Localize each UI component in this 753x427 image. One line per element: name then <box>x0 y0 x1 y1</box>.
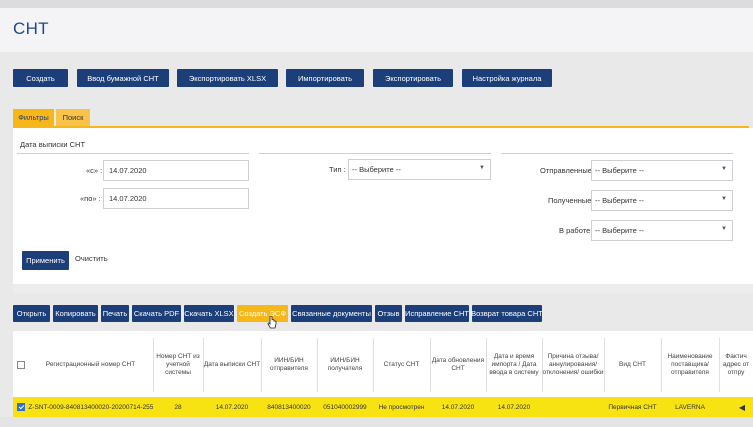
hand-cursor-icon <box>267 316 277 329</box>
inwork-select[interactable]: -- Выберите -- ▼ <box>591 220 733 241</box>
table-cell: 840813400020 <box>267 403 311 411</box>
create-esf-button[interactable]: Создать ЭСФ <box>237 305 288 322</box>
page-header <box>0 8 753 52</box>
table-cell: KZ-SNT-0009-840813400020-20200714-255.. <box>28 403 153 411</box>
table-cell <box>719 397 735 417</box>
create-button[interactable]: Создать <box>13 69 68 87</box>
column-header[interactable]: Фактич адрес от отпру <box>719 338 753 392</box>
type-label: Тип : <box>329 165 346 174</box>
received-select-value: -- Выберите -- <box>595 196 644 205</box>
download-xlsx-button[interactable]: Скачать XLSX <box>184 305 234 322</box>
column-header[interactable]: ИИН/БИН отправителя <box>261 338 317 392</box>
column-header[interactable]: ИИН/БИН получателя <box>317 338 373 392</box>
received-select[interactable]: -- Выберите -- ▼ <box>591 190 733 211</box>
column-header[interactable]: Дата обновления СНТ <box>430 338 486 392</box>
export-button[interactable]: Экспортировать <box>373 69 453 87</box>
table-cell: Первичная СНТ <box>608 403 657 411</box>
panel-footer-strip <box>13 284 753 294</box>
table-cell: Не просмотрен <box>378 403 425 411</box>
paper-entry-button[interactable]: Ввод бумажной СНТ <box>77 69 169 87</box>
table-cell: 051040002999 <box>323 403 367 411</box>
open-button[interactable]: Открыть <box>13 305 50 322</box>
inwork-label: В работе <box>559 226 591 235</box>
print-button[interactable]: Печать <box>101 305 129 322</box>
sent-label: Отправленные <box>540 166 592 175</box>
table-cell: 14.07.2020 <box>215 403 249 411</box>
column-header[interactable]: Номер СНТ из учетной системы <box>153 338 203 392</box>
sent-select-value: -- Выберите -- <box>595 166 644 175</box>
chevron-down-icon: ▼ <box>721 226 727 232</box>
chevron-down-icon: ▼ <box>721 166 727 172</box>
received-label: Полученные <box>548 196 592 205</box>
row-checkbox[interactable] <box>17 403 25 411</box>
page-title: СНТ <box>13 19 49 38</box>
date-from-input[interactable]: 14.07.2020 <box>103 160 249 181</box>
download-pdf-button[interactable]: Скачать PDF <box>132 305 181 322</box>
return-goods-button[interactable]: Возврат товара СНТ <box>471 305 543 322</box>
table-cell: 14.07.2020 <box>441 403 475 411</box>
table-cell: 14.07.2020 <box>497 403 531 411</box>
recall-button[interactable]: Отзыв <box>375 305 402 322</box>
journal-settings-button[interactable]: Настройка журнала <box>462 69 552 87</box>
type-select[interactable]: -- Выберите -- ▼ <box>348 159 491 180</box>
column-header[interactable]: Дата и время импорта / Дата ввода в сист… <box>486 338 542 392</box>
browser-top-strip <box>0 0 753 8</box>
date-from-label: «с» : <box>86 166 103 175</box>
export-xlsx-button[interactable]: Экспортировать XLSX <box>177 69 278 87</box>
scroll-right-icon[interactable]: ◀ <box>735 399 749 415</box>
select-all-checkbox[interactable] <box>17 361 25 369</box>
table-footer-strip <box>0 417 753 427</box>
inwork-select-value: -- Выберите -- <box>595 226 644 235</box>
related-documents-button[interactable]: Связанные документы <box>291 305 372 322</box>
correction-button[interactable]: Исправление СНТ <box>405 305 469 322</box>
date-to-input[interactable]: 14.07.2020 <box>103 188 249 209</box>
divider <box>17 153 249 154</box>
date-filter-label: Дата выписки СНТ <box>20 140 86 149</box>
divider <box>501 153 733 154</box>
chevron-down-icon: ▼ <box>721 196 727 202</box>
divider <box>259 153 491 154</box>
date-to-label: «по» : <box>80 194 101 203</box>
column-header[interactable]: Причина отзыва/ аннулирования/ отклонени… <box>542 338 604 392</box>
sent-select[interactable]: -- Выберите -- ▼ <box>591 160 733 181</box>
apply-button[interactable]: Применить <box>22 251 69 270</box>
column-header[interactable]: Регистрационный номер СНТ <box>28 338 153 392</box>
tab-search[interactable]: Поиск <box>56 109 90 126</box>
clear-button[interactable]: Очистить <box>75 254 108 263</box>
import-button[interactable]: Импортировать <box>286 69 364 87</box>
column-header[interactable]: Дата выписки СНТ <box>203 338 261 392</box>
column-header[interactable]: Наименование поставщика/ отправителя <box>661 338 719 392</box>
table-cell: LAVERNA <box>675 403 705 411</box>
column-header[interactable]: Статус СНТ <box>373 338 430 392</box>
copy-button[interactable]: Копировать <box>53 305 98 322</box>
chevron-down-icon: ▼ <box>479 165 485 171</box>
table-cell: 28 <box>174 403 182 411</box>
column-header[interactable]: Вид СНТ <box>604 338 661 392</box>
table-cell <box>542 397 604 417</box>
type-select-value: -- Выберите -- <box>352 165 401 174</box>
tab-filters[interactable]: Фильтры <box>13 109 54 126</box>
